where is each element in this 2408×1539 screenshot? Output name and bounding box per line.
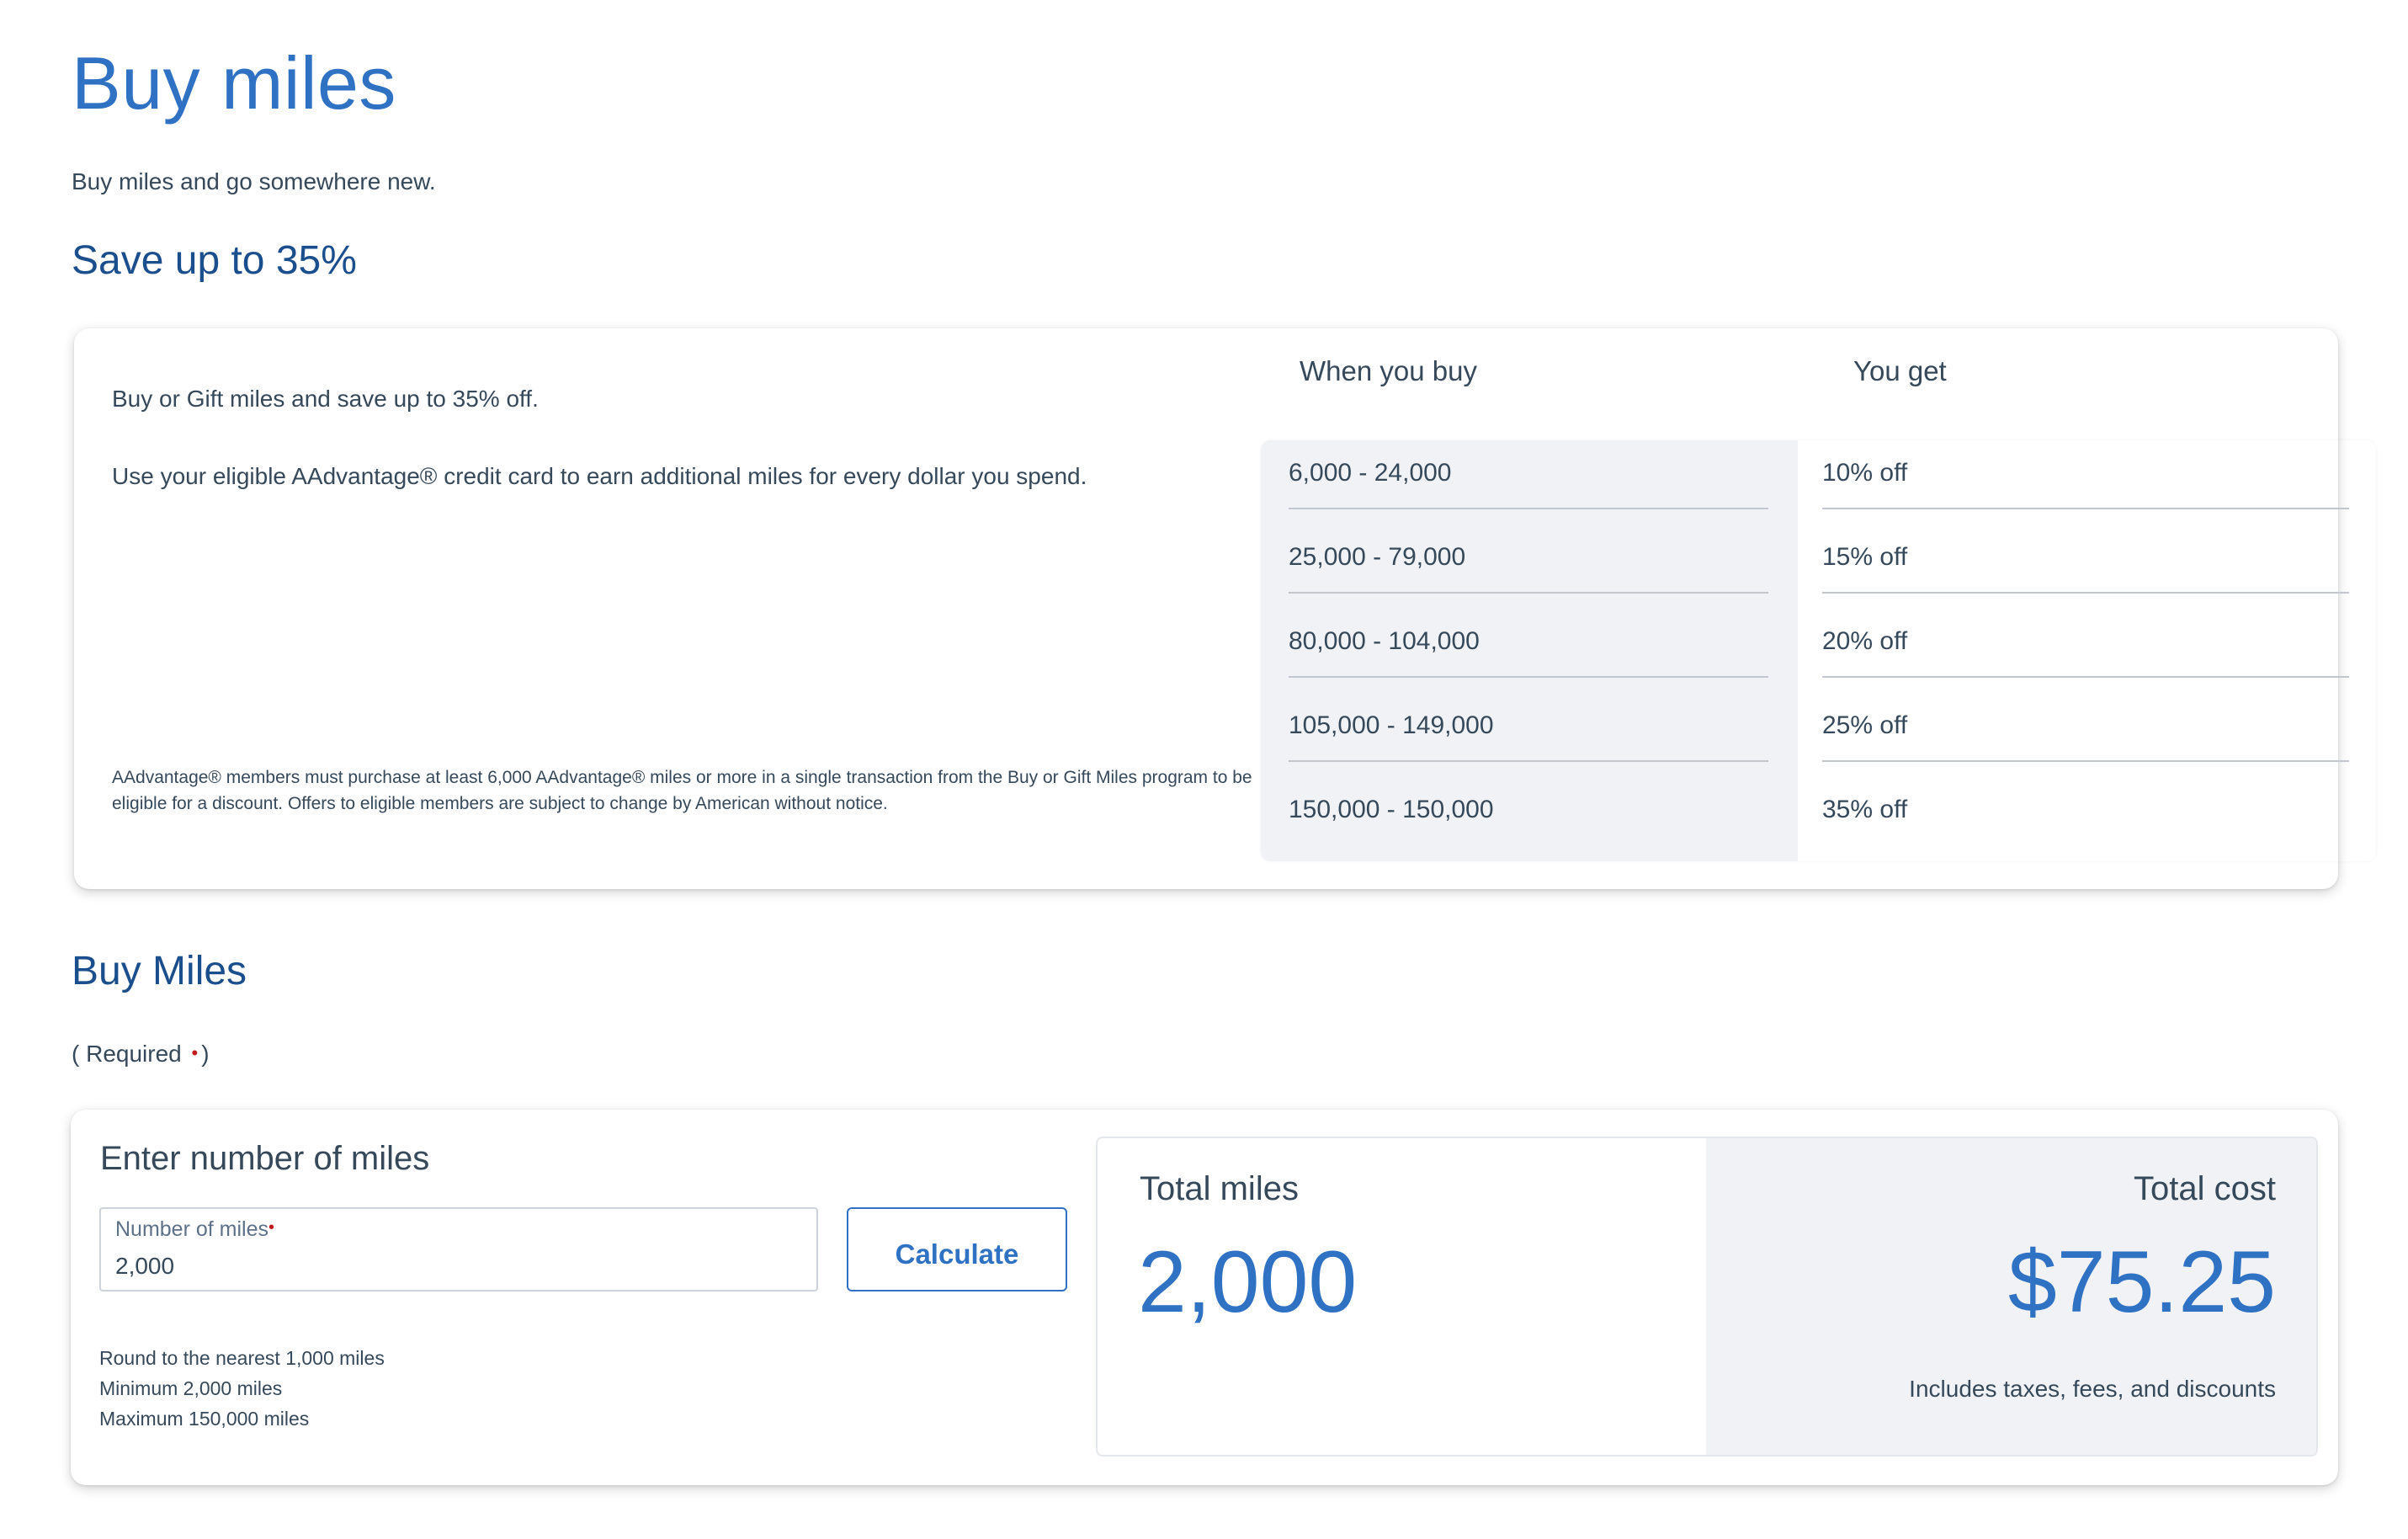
buy-miles-card: Enter number of miles Number of miles• C… (71, 1110, 2338, 1485)
row-divider (1289, 508, 1768, 509)
discount-tier-table: 6,000 - 24,000 10% off 25,000 - 79,000 1… (1261, 440, 2376, 861)
buy-miles-heading: Buy Miles (72, 949, 247, 993)
hint-round: Round to the nearest 1,000 miles (99, 1347, 385, 1369)
tier-range: 6,000 - 24,000 (1289, 459, 1452, 487)
required-text: ( Required (72, 1041, 182, 1067)
tier-row: 25,000 - 79,000 15% off (1261, 525, 2376, 609)
number-of-miles-input[interactable] (115, 1253, 789, 1280)
tier-row: 6,000 - 24,000 10% off (1261, 440, 2376, 525)
tier-range: 105,000 - 149,000 (1289, 711, 1494, 739)
required-legend: ( Required •) (72, 1041, 210, 1068)
total-cost-value: $75.25 (2007, 1233, 2276, 1331)
row-divider (1289, 592, 1768, 594)
page-title: Buy miles (72, 41, 396, 125)
tier-discount: 35% off (1822, 796, 1908, 823)
purchase-summary: Total miles 2,000 Total cost $75.25 Incl… (1096, 1137, 2318, 1456)
tier-row: 150,000 - 150,000 35% off (1261, 777, 2376, 861)
total-cost-label: Total cost (2134, 1170, 2276, 1207)
tier-range: 25,000 - 79,000 (1289, 543, 1466, 571)
hint-minimum: Minimum 2,000 miles (99, 1377, 283, 1399)
tier-discount: 25% off (1822, 711, 1908, 739)
total-cost-note: Includes taxes, fees, and discounts (1909, 1376, 2276, 1402)
row-divider (1289, 676, 1768, 678)
column-header-you-get: You get (1853, 355, 1947, 386)
row-divider (1822, 760, 2349, 762)
field-label-text: Number of miles (115, 1217, 268, 1241)
total-miles-value: 2,000 (1138, 1233, 1358, 1331)
required-indicator: • (191, 1042, 199, 1063)
tier-row: 80,000 - 104,000 20% off (1261, 609, 2376, 693)
tier-discount: 15% off (1822, 543, 1908, 571)
tier-range: 80,000 - 104,000 (1289, 627, 1480, 655)
tier-row: 105,000 - 149,000 25% off (1261, 693, 2376, 777)
required-close: ) (201, 1041, 210, 1067)
column-header-when-you-buy: When you buy (1300, 355, 1477, 386)
tier-discount: 20% off (1822, 627, 1908, 655)
enter-miles-title: Enter number of miles (100, 1140, 430, 1177)
number-of-miles-label: Number of miles• (115, 1217, 274, 1242)
save-section-heading: Save up to 35% (72, 238, 357, 283)
page-intro: Buy miles and go somewhere new. (72, 168, 436, 194)
discount-card: Buy or Gift miles and save up to 35% off… (74, 328, 2349, 889)
tier-range: 150,000 - 150,000 (1289, 796, 1494, 823)
credit-card-text: Use your eligible AAdvantage® credit car… (112, 463, 1087, 489)
row-divider (1822, 592, 2349, 594)
total-miles-label: Total miles (1140, 1170, 1299, 1207)
number-of-miles-field[interactable]: Number of miles• (99, 1207, 818, 1291)
row-divider (1289, 760, 1768, 762)
row-divider (1822, 676, 2349, 678)
hint-maximum: Maximum 150,000 miles (99, 1408, 310, 1430)
row-divider (1822, 508, 2349, 509)
calculate-button[interactable]: Calculate (847, 1207, 1067, 1291)
discount-text: Buy or Gift miles and save up to 35% off… (112, 386, 539, 412)
required-indicator: • (268, 1218, 275, 1237)
discount-disclaimer: AAdvantage® members must purchase at lea… (112, 768, 1252, 813)
tier-discount: 10% off (1822, 459, 1908, 487)
